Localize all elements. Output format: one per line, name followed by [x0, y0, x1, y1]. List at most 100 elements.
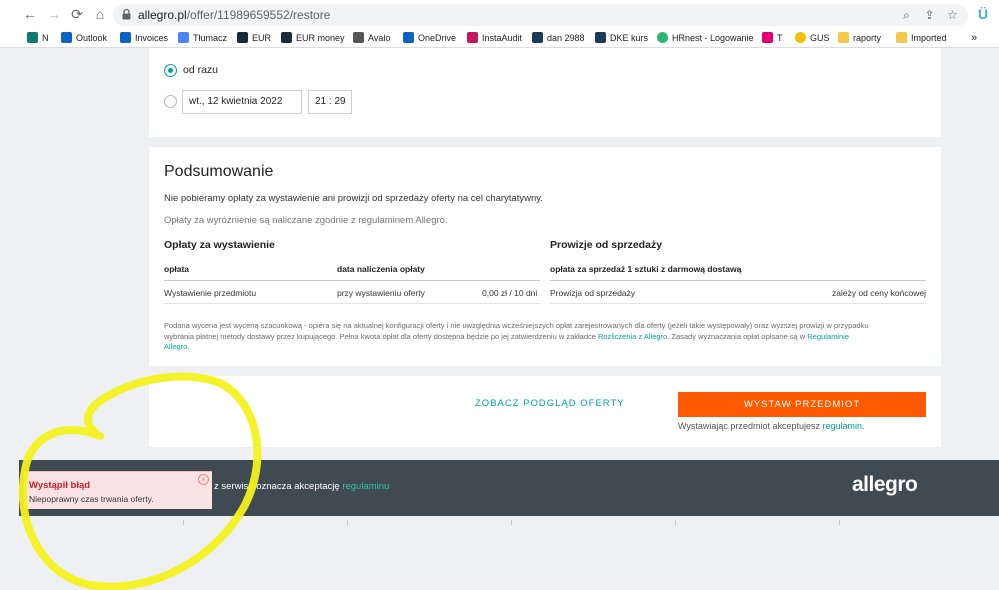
bookmark-8[interactable]: InstaAudit	[467, 31, 522, 46]
estimate-note-line1: Podana wycena jest wyceną szacunkową - o…	[164, 321, 869, 330]
timing-card: od razu wt., 12 kwietnia 2022 21 : 29	[149, 48, 941, 137]
bookmark-favicon	[281, 32, 292, 43]
bookmark-5[interactable]: EUR money	[281, 31, 345, 46]
bookmark-label: dan 2988	[547, 33, 585, 43]
bookmark-label: Invoices	[135, 33, 169, 43]
bookmark-favicon	[237, 32, 248, 43]
accept-terms-text: Wystawiając przedmiot akceptujesz regula…	[678, 421, 865, 431]
bookmark-favicon	[353, 32, 364, 43]
bookmark-favicon	[532, 32, 543, 43]
url-text: allegro.pl/offer/11989659552/restore	[138, 8, 330, 22]
estimate-note-text: wybrania płatnej metody dostawy przez ku…	[164, 331, 599, 341]
bookmark-label: raporty	[853, 33, 882, 43]
bookmark-favicon	[120, 32, 131, 43]
submit-offer-button[interactable]: WYSTAW PRZEDMIOT	[678, 392, 926, 417]
time-field[interactable]: 21 : 29	[308, 90, 352, 114]
bookmark-13[interactable]: GUS	[795, 31, 830, 46]
fees-cell-name: Wystawienie przedmiotu	[164, 288, 257, 298]
accept-terms-label: Wystawiając przedmiot akceptujesz	[678, 421, 823, 431]
bookmark-favicon	[403, 32, 414, 43]
error-toast: Wystąpił błąd Niepoprawny czas trwania o…	[24, 471, 212, 509]
fees-header-date: data naliczenia opłaty	[337, 264, 425, 274]
bookmark-label: Outlook	[76, 33, 108, 43]
star-icon[interactable]: ☆	[946, 9, 959, 22]
estimate-note: Podana wycena jest wyceną szacunkową - o…	[164, 321, 869, 353]
forward-icon[interactable]: →	[46, 6, 62, 22]
bookmark-favicon	[896, 32, 907, 43]
radio-scheduled[interactable]	[164, 95, 177, 108]
back-icon[interactable]: ←	[22, 6, 38, 22]
estimate-note-text2: . Zasady wyznaczania opłat opisane są w	[667, 331, 808, 341]
bookmark-favicon	[838, 32, 849, 43]
fees-header-rule	[164, 280, 540, 281]
bookmarks-bar: N Outlook Invoices Tłumacz EUR EUR money…	[0, 29, 999, 48]
bookmark-14[interactable]: raporty	[838, 31, 881, 46]
error-message: Niepoprawny czas trwania oferty.	[29, 494, 154, 504]
bookmark-favicon	[27, 32, 38, 43]
bookmark-4[interactable]: EUR	[237, 31, 271, 46]
extension-icon[interactable]: Ü	[975, 6, 991, 22]
commission-row-rule	[550, 303, 926, 304]
bookmark-favicon	[178, 32, 189, 43]
summary-highlight-info: Opłaty za wyróżnienie są naliczane zgodn…	[164, 215, 448, 226]
bookmark-label: Imported	[911, 33, 947, 43]
bookmark-1[interactable]: Outlook	[61, 31, 107, 46]
estimate-note-end: .	[187, 342, 190, 351]
bookmark-favicon	[595, 32, 606, 43]
bookmark-label: InstaAudit	[482, 33, 523, 43]
bookmarks-overflow[interactable]: »	[971, 31, 977, 46]
bookmark-7[interactable]: OneDrive	[403, 31, 456, 46]
bookmark-label: EUR money	[296, 33, 345, 43]
fees-cell-date: przy wystawieniu oferty	[337, 288, 425, 298]
bookmark-label: HRnest - Logowanie	[672, 33, 754, 43]
fees-title: Opłaty za wystawienie	[164, 239, 275, 251]
commission-cell-name: Prowizja od sprzedaży	[550, 288, 636, 298]
bookmark-3[interactable]: Tłumacz	[178, 31, 227, 46]
bookmark-10[interactable]: DKE kurs	[595, 31, 648, 46]
footer-terms-link[interactable]: regulaminu	[342, 481, 389, 492]
actions-card: ZOBACZ PODGLĄD OFERTY WYSTAW PRZEDMIOT W…	[149, 376, 941, 447]
billing-link[interactable]: Rozliczenia z Allegro	[598, 332, 667, 341]
accept-terms-end: .	[862, 421, 865, 431]
fees-row-rule	[164, 303, 540, 304]
allegro-logo[interactable]: allegro	[852, 473, 918, 497]
bookmark-11[interactable]: HRnest - Logowanie	[657, 31, 754, 46]
page-content: od razu wt., 12 kwietnia 2022 21 : 29 Po…	[0, 48, 999, 590]
bookmark-label: T	[777, 33, 783, 43]
lock-icon	[122, 9, 131, 20]
date-field[interactable]: wt., 12 kwietnia 2022	[182, 90, 302, 114]
summary-card: Podsumowanie Nie pobieramy opłaty za wys…	[149, 147, 941, 366]
url-path: /offer/11989659552/restore	[186, 8, 331, 22]
error-title: Wystąpił błąd	[29, 480, 91, 491]
summary-title: Podsumowanie	[164, 163, 274, 180]
bookmark-6[interactable]: Avalo	[353, 31, 390, 46]
bookmark-favicon	[61, 32, 72, 43]
reload-icon[interactable]: ⟳	[69, 6, 85, 22]
footer-divider	[347, 520, 348, 525]
commission-cell-value: zależy od ceny końcowej	[832, 288, 927, 298]
preview-offer-button[interactable]: ZOBACZ PODGLĄD OFERTY	[475, 398, 625, 409]
bookmark-label: N	[42, 33, 49, 43]
bookmark-9[interactable]: dan 2988	[532, 31, 585, 46]
bookmark-12[interactable]: T	[762, 31, 783, 46]
footer-terms-label: z serwisu oznacza akceptację	[214, 481, 343, 492]
fees-header-fee: opłata	[164, 264, 190, 274]
footer-divider	[183, 520, 184, 525]
bookmark-15[interactable]: Imported	[896, 31, 947, 46]
footer-terms-text: z serwisu oznacza akceptację regulaminu	[214, 481, 389, 492]
accept-terms-link[interactable]: regulamin	[822, 421, 862, 431]
zoom-icon[interactable]: ⌕	[900, 9, 913, 22]
regulations-link-cont[interactable]: Allegro	[164, 342, 187, 351]
share-icon[interactable]: ⇪	[923, 9, 936, 22]
regulations-link[interactable]: Regulaminie	[807, 332, 849, 341]
close-icon[interactable]: ×	[198, 474, 209, 485]
bookmark-favicon	[657, 32, 668, 43]
bookmark-0[interactable]: N	[27, 31, 49, 46]
home-icon[interactable]: ⌂	[92, 6, 108, 22]
radio-now[interactable]	[164, 64, 177, 77]
bookmark-2[interactable]: Invoices	[120, 31, 168, 46]
address-bar[interactable]: allegro.pl/offer/11989659552/restore ⌕ ⇪…	[113, 4, 968, 26]
estimate-note-line3: Allegro.	[164, 342, 869, 353]
radio-now-label: od razu	[183, 64, 219, 76]
bookmark-label: Tłumacz	[193, 33, 228, 43]
